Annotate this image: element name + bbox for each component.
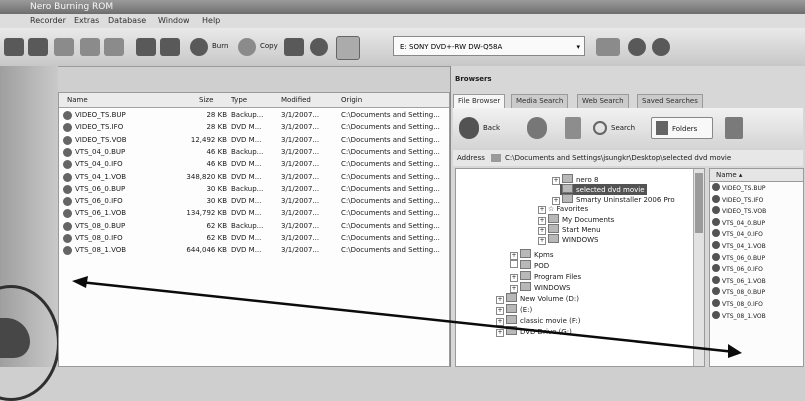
arrow-head-left xyxy=(72,276,88,288)
arrow-head-right xyxy=(728,344,742,358)
arrow-line xyxy=(79,280,736,354)
annotation-arrow xyxy=(72,276,742,358)
